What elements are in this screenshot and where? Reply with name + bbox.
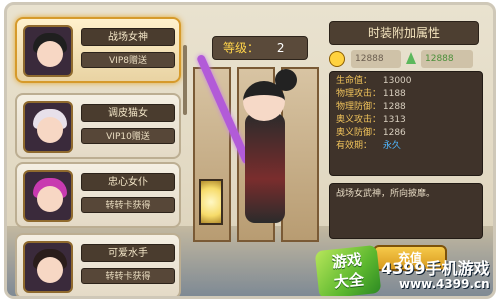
watermark-logo: 游戏 大全 — [314, 244, 382, 296]
character-name: 调皮猫女 — [81, 104, 175, 122]
level-label: 等级： — [223, 41, 260, 55]
game-window: 战场女神 VIP8赠送 调皮猫女 VIP10赠送 忠心女仆 转转卡获得 可爱水手… — [4, 2, 496, 299]
stats-panel: 生命值： 13000 物理攻击： 1188 物理防御： 1288 奥义攻击： 1… — [329, 71, 483, 176]
combat-power-icon — [329, 51, 345, 67]
character-obtain-method: 转转卡获得 — [81, 268, 175, 284]
character-name: 忠心女仆 — [81, 173, 175, 191]
folding-screen-panel — [281, 67, 319, 242]
stat-row: 有效期： 永久 — [336, 140, 476, 153]
stat-row: 生命值： 13000 — [336, 75, 476, 88]
avatar — [23, 101, 73, 153]
lantern-icon — [199, 179, 223, 225]
stat-value: 13000 — [382, 76, 412, 86]
stat-label: 有效期： — [336, 141, 373, 151]
stat-label: 物理攻击： — [336, 89, 382, 99]
stat-value: 1313 — [382, 115, 406, 125]
avatar-face — [37, 186, 63, 212]
character-card-4[interactable]: 可爱水手 转转卡获得 — [15, 233, 181, 296]
character-name: 可爱水手 — [81, 244, 175, 262]
avatar — [23, 170, 73, 222]
stat-value: 永久 — [382, 141, 401, 151]
watermark-site-name: 4399手机游戏 — [381, 259, 490, 278]
character-preview — [193, 53, 325, 257]
stat-row: 物理攻击： 1188 — [336, 88, 476, 101]
character-obtain-method: VIP10赠送 — [81, 128, 175, 144]
character-card-1[interactable]: 战场女神 VIP8赠送 — [15, 17, 181, 83]
stat-label: 奥义攻击： — [336, 115, 382, 125]
avatar-face — [37, 257, 63, 283]
combat-power-current: 12888 — [351, 50, 401, 68]
stat-label: 奥义防御： — [336, 128, 382, 138]
attributes-title: 时装附加属性 — [329, 21, 479, 45]
character-body — [245, 113, 285, 223]
stat-row: 奥义攻击： 1313 — [336, 114, 476, 127]
character-card-3[interactable]: 忠心女仆 转转卡获得 — [15, 162, 181, 228]
character-obtain-method: 转转卡获得 — [81, 197, 175, 213]
avatar — [23, 241, 73, 293]
character-card-2[interactable]: 调皮猫女 VIP10赠送 — [15, 93, 181, 159]
stat-value: 1286 — [382, 128, 406, 138]
character-name: 战场女神 — [81, 28, 175, 46]
stat-label: 物理防御： — [336, 102, 382, 112]
character-head — [243, 81, 285, 121]
stat-label: 生命值： — [336, 76, 373, 86]
stat-value: 1288 — [382, 102, 406, 112]
character-list: 战场女神 VIP8赠送 调皮猫女 VIP10赠送 忠心女仆 转转卡获得 可爱水手… — [15, 17, 181, 296]
character-obtain-method: VIP8赠送 — [81, 52, 175, 68]
stat-value: 1188 — [382, 89, 406, 99]
watermark-url: www.4399.cn — [399, 277, 490, 291]
stat-row: 物理防御： 1288 — [336, 101, 476, 114]
level-value: 2 — [276, 41, 285, 55]
avatar — [23, 25, 73, 77]
combat-power-row: 12888 12888 — [329, 49, 479, 69]
stat-row: 奥义防御： 1286 — [336, 127, 476, 140]
character-list-scrollbar[interactable] — [183, 45, 187, 115]
increase-arrow-icon — [406, 52, 416, 64]
combat-power-new: 12888 — [421, 50, 473, 68]
avatar-face — [37, 41, 63, 67]
costume-description: 战场女武神，所向披靡。 — [329, 183, 483, 239]
avatar-face — [37, 117, 63, 143]
